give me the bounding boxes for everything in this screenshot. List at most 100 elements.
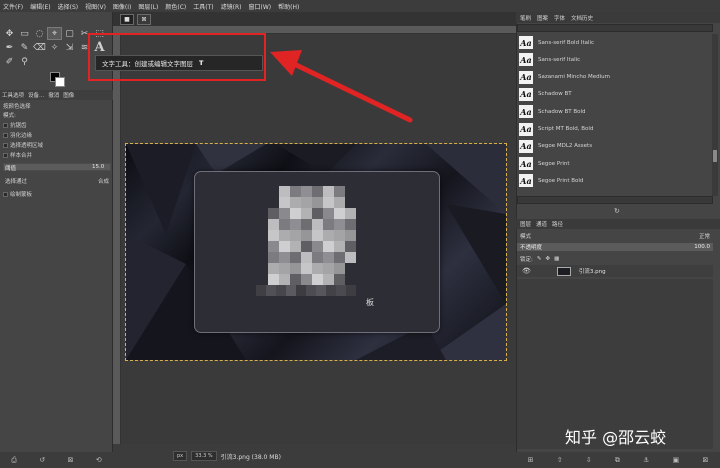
font-list-item[interactable]: Aa Schadow BT: [517, 86, 712, 103]
warp-tool-icon[interactable]: ⇲: [62, 41, 77, 54]
sample-merged-option[interactable]: 样本合并: [3, 151, 32, 159]
raise-layer-icon[interactable]: ⇧: [557, 456, 563, 464]
layer-mode-dropdown[interactable]: 模式 正常: [517, 231, 713, 240]
font-name: Schadow BT: [538, 91, 572, 98]
annotation-arrow: [270, 50, 413, 123]
tool-tab[interactable]: 撤消: [48, 91, 59, 99]
reset-icon[interactable]: ⟲: [96, 456, 102, 464]
tool-tab[interactable]: 设备...: [28, 91, 44, 99]
crop-tool-icon[interactable]: ▢: [62, 27, 77, 40]
lock-alpha-icon[interactable]: ▦: [554, 256, 559, 262]
background-color-swatch[interactable]: [55, 77, 65, 87]
font-preview-icon: Aa: [519, 105, 533, 119]
smudge-tool-icon[interactable]: ✧: [47, 41, 62, 54]
font-list-item[interactable]: Aa Segoe Print Bold: [517, 172, 712, 189]
new-layer-icon[interactable]: ⊞: [528, 456, 534, 464]
layer-tab[interactable]: 图层: [520, 220, 531, 228]
tool-tab[interactable]: 图像: [63, 91, 74, 99]
font-preview-icon: Aa: [519, 174, 533, 188]
menu-item[interactable]: 颜色(C): [165, 2, 186, 11]
threshold-value: 15.0: [92, 164, 105, 170]
menu-item[interactable]: 图像(I): [113, 2, 131, 11]
feather-edges-option[interactable]: 羽化边缘: [3, 131, 32, 139]
select-transparent-option[interactable]: 选择透明区域: [3, 141, 43, 149]
font-list-item[interactable]: Aa Sans-serif Bold Italic: [517, 34, 712, 51]
tool-options-title: 按颜色选择: [3, 104, 31, 110]
lock-pixels-icon[interactable]: ✎: [537, 256, 542, 262]
select-by-dropdown[interactable]: 选择通过 合成: [3, 177, 111, 185]
fuzzy-select-tool-icon[interactable]: ⌖: [47, 27, 62, 40]
checkbox-icon: [3, 143, 8, 148]
eraser-tool-icon[interactable]: ⌫: [32, 41, 47, 54]
layer-opacity-slider[interactable]: 不透明度 100.0: [517, 243, 713, 251]
font-list-item[interactable]: Aa Schadow BT Bold: [517, 103, 712, 120]
move-tool-icon[interactable]: ✥: [2, 27, 17, 40]
threshold-label: 阈值: [5, 166, 17, 172]
save-options-icon[interactable]: ⎙: [11, 456, 17, 465]
font-name: Sazanami Mincho Medium: [538, 74, 610, 81]
menu-item[interactable]: 滤镜(R): [221, 2, 242, 11]
left-dock-footer: ⎙ ↺ ⊠ ⟲: [0, 452, 113, 468]
lasso-tool-icon[interactable]: ◌: [32, 27, 47, 40]
image-tab-active[interactable]: ■: [120, 14, 134, 25]
delete-icon[interactable]: ⊠: [68, 456, 74, 464]
status-bar: px 33.3 % 引流3.png (38.0 MB): [113, 444, 516, 468]
draw-mask-option[interactable]: 绘制蒙板: [3, 190, 32, 198]
checkbox-icon: [3, 192, 8, 197]
tool-tab[interactable]: 工具选项: [2, 91, 24, 99]
dock-tab[interactable]: 字体: [554, 14, 565, 22]
font-name: Schadow BT Bold: [538, 108, 586, 115]
zoom-select[interactable]: 33.3 %: [191, 451, 217, 461]
scrollbar-thumb[interactable]: [713, 150, 717, 162]
layer-tab[interactable]: 路径: [552, 220, 563, 228]
lower-layer-icon[interactable]: ⇩: [586, 456, 592, 464]
delete-layer-icon[interactable]: ⊠: [702, 456, 708, 464]
ink-tool-icon[interactable]: ✒: [2, 41, 17, 54]
font-name: Sans-serif Bold Italic: [538, 39, 595, 46]
dock-tab[interactable]: 文档历史: [571, 14, 593, 22]
font-preview-icon: Aa: [519, 87, 533, 101]
menubar: 文件(F) 编辑(E) 选择(S) 视图(V) 图像(I) 图层(L) 颜色(C) 工具(T)…: [0, 0, 720, 12]
menu-item[interactable]: 选择(S): [58, 2, 79, 11]
font-name: Segoe Print Bold: [538, 177, 584, 184]
menu-item[interactable]: 编辑(E): [30, 2, 50, 11]
unit-select[interactable]: px: [173, 451, 188, 461]
menu-item[interactable]: 文件(F): [3, 2, 23, 11]
font-search-input[interactable]: [517, 196, 713, 204]
layer-tab[interactable]: 通道: [536, 220, 547, 228]
antialias-option[interactable]: 抗锯齿: [3, 121, 27, 129]
font-list-item[interactable]: Aa Sans-serif Italic: [517, 51, 712, 68]
duplicate-layer-icon[interactable]: ⧉: [615, 456, 620, 465]
lock-position-icon[interactable]: ✥: [545, 256, 550, 262]
zoom-tool-icon[interactable]: ⚲: [17, 55, 32, 68]
image-tab[interactable]: ⊠: [137, 14, 151, 25]
layers-footer: ⊞ ⇧ ⇩ ⧉ ⚓ ▣ ⊠: [516, 452, 720, 468]
layer-row[interactable]: 👁 引流3.png: [517, 265, 713, 277]
checkbox-icon: [3, 123, 8, 128]
menu-item[interactable]: 窗口(W): [249, 2, 272, 11]
dock-tab[interactable]: 笔刷: [520, 14, 531, 22]
menu-item[interactable]: 帮助(H): [278, 2, 299, 11]
refresh-fonts-icon[interactable]: ↻: [614, 207, 620, 215]
font-list-item[interactable]: Aa Sazanami Mincho Medium: [517, 69, 712, 86]
menu-item[interactable]: 视图(V): [85, 2, 106, 11]
menu-item[interactable]: 图层(L): [138, 2, 158, 11]
mode-label: 模式:: [3, 113, 16, 119]
dock-tab[interactable]: 图案: [537, 14, 548, 22]
font-list-scrollbar[interactable]: [712, 34, 718, 196]
font-list-item[interactable]: Aa Script MT Bold, Bold: [517, 121, 712, 138]
font-list-item[interactable]: Aa Segoe Print: [517, 155, 712, 172]
menu-item[interactable]: 工具(T): [193, 2, 213, 11]
font-preview-icon: Aa: [519, 139, 533, 153]
visibility-eye-icon[interactable]: 👁: [522, 267, 531, 275]
font-filter-field[interactable]: [517, 24, 713, 32]
path-tool-icon[interactable]: ✐: [2, 55, 17, 68]
layer-name: 引流3.png: [578, 269, 606, 275]
annotation-highlight-box: [88, 33, 266, 81]
font-list-item[interactable]: Aa Segoe MDL2 Assets: [517, 138, 712, 155]
anchor-layer-icon[interactable]: ⚓: [643, 456, 649, 464]
rect-select-tool-icon[interactable]: ▭: [17, 27, 32, 40]
restore-icon[interactable]: ↺: [39, 456, 45, 464]
paintbrush-tool-icon[interactable]: ✎: [17, 41, 32, 54]
mask-icon[interactable]: ▣: [673, 456, 680, 464]
